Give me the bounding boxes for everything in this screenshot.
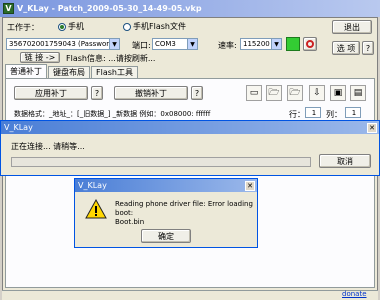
progress-bar (11, 157, 311, 167)
donate-link[interactable]: donate (342, 290, 367, 298)
stop-button[interactable] (303, 37, 317, 51)
radio-flash-dot (123, 22, 131, 31)
app-logo-icon: V (3, 3, 14, 14)
speed-value: 115200 (243, 40, 270, 48)
cancel-button[interactable]: 取消 (319, 154, 371, 168)
connect-button[interactable]: 链 接 -> (20, 52, 60, 63)
new-file-icon[interactable]: ▭ (246, 85, 262, 101)
options-button[interactable]: 选 项 (332, 41, 360, 55)
connect-status-indicator[interactable] (286, 37, 300, 51)
status-bar (2, 290, 378, 300)
col-label: 列： (326, 110, 342, 119)
col-field: 1 (345, 107, 361, 118)
apply-patch-button[interactable]: 应用补丁 (14, 86, 88, 100)
tab-bar: 普通补丁 键盘布局 Flash工具 (5, 64, 138, 78)
row-label: 行： (289, 110, 305, 119)
close-icon[interactable]: ✕ (245, 180, 255, 191)
tab-flash-tools[interactable]: Flash工具 (91, 66, 138, 78)
error-message: Reading phone driver file: Error loading… (115, 200, 257, 227)
error-dialog: V_KLay ✕ Reading phone driver file: Erro… (74, 178, 258, 248)
progress-dialog-titlebar: V_KLay ✕ (1, 121, 379, 134)
data-format-text: 数据格式：_地址_：[_旧数据_] _新数据 例如：0x08000: fffff… (14, 110, 211, 118)
progress-message: 正在连接... 请稍等... (11, 142, 85, 151)
open-folder-2-icon[interactable]: 🗁 (287, 85, 303, 101)
port-dropdown[interactable]: COM3 ▼ (152, 38, 198, 50)
radio-phone-label: 手机 (68, 22, 84, 31)
error-message-line1: Reading phone driver file: Error loading… (115, 200, 253, 217)
apply-help-button[interactable]: ? (91, 86, 103, 100)
open-folder-icon[interactable]: 🗁 (266, 85, 282, 101)
chevron-down-icon: ▼ (109, 39, 119, 49)
device-value: 356702001759043 (Password Bi (9, 40, 120, 48)
revoke-patch-button[interactable]: 撤销补丁 (114, 86, 188, 100)
radio-flash-file[interactable]: 手机Flash文件 (123, 21, 186, 32)
import-icon[interactable]: ⇩ (309, 85, 325, 101)
row-field: 1 (305, 107, 321, 118)
chevron-down-icon: ▼ (271, 39, 281, 49)
stop-icon (306, 40, 314, 48)
save-icon[interactable]: ▣ (330, 85, 346, 101)
exit-button[interactable]: 退出 (332, 20, 372, 34)
help-button[interactable]: ? (362, 41, 374, 55)
error-dialog-title: V_KLay (78, 181, 107, 190)
port-value: COM3 (155, 40, 176, 48)
window-title: V_KLay - Patch_2009-05-30_14-49-05.vkp (17, 4, 202, 13)
flash-info-text: Flash信息: ...请按刷新... (66, 54, 156, 63)
progress-dialog-title: V_KLay (4, 123, 33, 132)
tab-normal-patch[interactable]: 普通补丁 (5, 64, 47, 78)
radio-phone[interactable]: 手机 (58, 21, 84, 32)
device-dropdown[interactable]: 356702001759043 (Password Bi ▼ (6, 38, 120, 50)
radio-flash-label: 手机Flash文件 (133, 22, 186, 31)
chevron-down-icon: ▼ (187, 39, 197, 49)
radio-phone-dot (58, 22, 66, 31)
tab-keyboard-layout[interactable]: 键盘布局 (48, 66, 90, 78)
error-dialog-titlebar: V_KLay ✕ (75, 179, 257, 192)
error-message-line2: Boot.bin (115, 218, 145, 226)
save-as-icon[interactable]: ▤ (350, 85, 366, 101)
speed-label: 速率: (218, 41, 237, 50)
progress-dialog: V_KLay ✕ 正在连接... 请稍等... 取消 (0, 120, 380, 176)
port-label: 端口: (132, 41, 151, 50)
ok-button[interactable]: 确定 (141, 229, 191, 243)
title-bar: V V_KLay - Patch_2009-05-30_14-49-05.vkp (0, 0, 380, 17)
warning-icon (85, 198, 107, 221)
work-label: 工作于： (7, 23, 39, 32)
speed-dropdown[interactable]: 115200 ▼ (240, 38, 282, 50)
close-icon[interactable]: ✕ (367, 122, 377, 133)
revoke-help-button[interactable]: ? (191, 86, 203, 100)
